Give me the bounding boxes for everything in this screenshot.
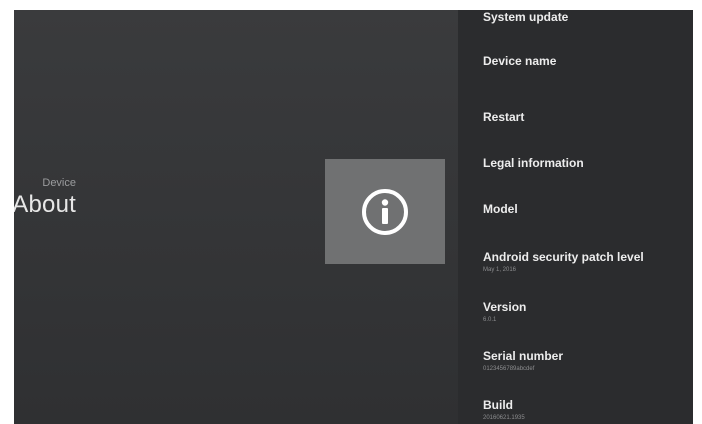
menu-item-model[interactable]: Model: [483, 202, 688, 217]
menu-item-value: 6.0.1: [483, 317, 497, 323]
menu-item-title: Restart: [483, 110, 525, 124]
section-icon-tile: [325, 159, 445, 264]
menu-item-system-update[interactable]: System update: [483, 10, 688, 25]
info-icon: [362, 188, 408, 235]
menu-item-value: 20160621.1935: [483, 415, 525, 421]
breadcrumb-category: Device: [42, 177, 76, 189]
menu-item-build[interactable]: Build 20160621.1935: [483, 398, 688, 423]
section-header-pane: Device About: [14, 10, 458, 424]
menu-item-title: Legal information: [483, 156, 584, 170]
menu-item-value: 0123456789abcdef: [483, 366, 535, 372]
section-title: Device About: [14, 176, 76, 220]
settings-list: System update Device name Restart Legal …: [458, 10, 693, 424]
menu-item-legal-information[interactable]: Legal information: [483, 156, 688, 171]
menu-item-title: Device name: [483, 54, 557, 68]
menu-item-title: System update: [483, 10, 569, 24]
menu-item-title: Serial number: [483, 349, 564, 363]
menu-item-title: Version: [483, 300, 527, 314]
menu-item-value: May 1, 2016: [483, 267, 517, 273]
menu-item-device-name[interactable]: Device name: [483, 54, 688, 69]
menu-item-title: Build: [483, 398, 513, 412]
menu-item-title: Model: [483, 202, 518, 216]
menu-item-serial-number[interactable]: Serial number 0123456789abcdef: [483, 349, 688, 374]
menu-item-security-patch[interactable]: Android security patch level May 1, 2016: [483, 250, 688, 275]
tv-settings-screen: Device About System update Device name R…: [14, 10, 693, 424]
menu-item-restart[interactable]: Restart: [483, 110, 688, 125]
menu-item-version[interactable]: Version 6.0.1: [483, 300, 688, 325]
menu-item-title: Android security patch level: [483, 250, 644, 264]
page-title: About: [14, 191, 76, 218]
